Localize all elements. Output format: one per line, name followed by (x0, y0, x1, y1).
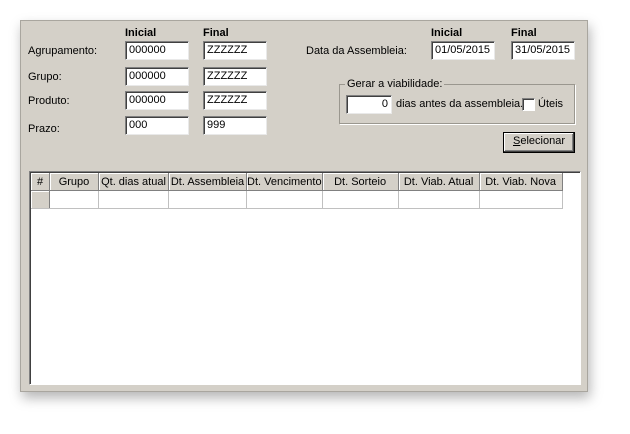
grupo-final-input[interactable]: ZZZZZZ (203, 67, 267, 86)
selecionar-button[interactable]: Selecionar (503, 132, 575, 153)
cell-qt-dias-atual[interactable] (98, 190, 169, 209)
cell-dt-vencimento[interactable] (246, 190, 323, 209)
produto-final-input[interactable]: ZZZZZZ (203, 91, 267, 110)
results-grid[interactable]: # Grupo Qt. dias atual Dt. Assembleia Dt… (29, 171, 581, 385)
agrupamento-final-input[interactable]: ZZZZZZ (203, 41, 267, 60)
col-header-grupo[interactable]: Grupo (49, 173, 99, 191)
col-header-qt-dias-atual[interactable]: Qt. dias atual (98, 173, 169, 191)
col-header-dt-vencimento[interactable]: Dt. Vencimento (246, 173, 323, 191)
header-data-inicial: Inicial (431, 27, 463, 39)
data-assembleia-label: Data da Assembleia: (306, 45, 407, 57)
header-final: Final (203, 27, 229, 39)
selecionar-label-rest: elecionar (520, 135, 565, 147)
col-header-dt-viab-nova[interactable]: Dt. Viab. Nova (479, 173, 563, 191)
col-header-index[interactable]: # (31, 173, 50, 191)
cell-dt-assembleia[interactable] (168, 190, 247, 209)
cell-dt-viab-atual[interactable] (398, 190, 480, 209)
prazo-inicial-input[interactable]: 000 (125, 116, 189, 135)
agrupamento-label: Agrupamento: (28, 45, 98, 57)
viabilidade-group-title: Gerar a viabilidade: (345, 78, 445, 90)
col-header-dt-assembleia[interactable]: Dt. Assembleia (168, 173, 247, 191)
grid-header-row: # Grupo Qt. dias atual Dt. Assembleia Dt… (31, 173, 563, 191)
header-inicial: Inicial (125, 27, 157, 39)
data-assembleia-final-input[interactable]: 31/05/2015 (511, 41, 575, 60)
form-panel: Inicial Final Agrupamento: 000000 ZZZZZZ… (20, 20, 588, 392)
cell-grupo[interactable] (49, 190, 99, 209)
cell-dt-sorteio[interactable] (322, 190, 399, 209)
col-header-dt-sorteio[interactable]: Dt. Sorteio (322, 173, 399, 191)
agrupamento-inicial-input[interactable]: 000000 (125, 41, 189, 60)
grupo-inicial-input[interactable]: 000000 (125, 67, 189, 86)
col-header-dt-viab-atual[interactable]: Dt. Viab. Atual (398, 173, 480, 191)
row-indicator[interactable] (31, 190, 50, 209)
data-assembleia-inicial-input[interactable]: 01/05/2015 (431, 41, 495, 60)
results-table: # Grupo Qt. dias atual Dt. Assembleia Dt… (31, 173, 563, 209)
prazo-final-input[interactable]: 999 (203, 116, 267, 135)
dias-antes-input[interactable]: 0 (346, 95, 392, 114)
uteis-label: Úteis (538, 98, 564, 110)
table-row[interactable] (31, 190, 563, 209)
prazo-label: Prazo: (28, 123, 60, 135)
produto-label: Produto: (28, 95, 70, 107)
header-data-final: Final (511, 27, 537, 39)
grupo-label: Grupo: (28, 71, 62, 83)
uteis-checkbox[interactable] (522, 98, 535, 111)
cell-dt-viab-nova[interactable] (479, 190, 563, 209)
dias-antes-label: dias antes da assembleia. (396, 98, 524, 110)
produto-inicial-input[interactable]: 000000 (125, 91, 189, 110)
